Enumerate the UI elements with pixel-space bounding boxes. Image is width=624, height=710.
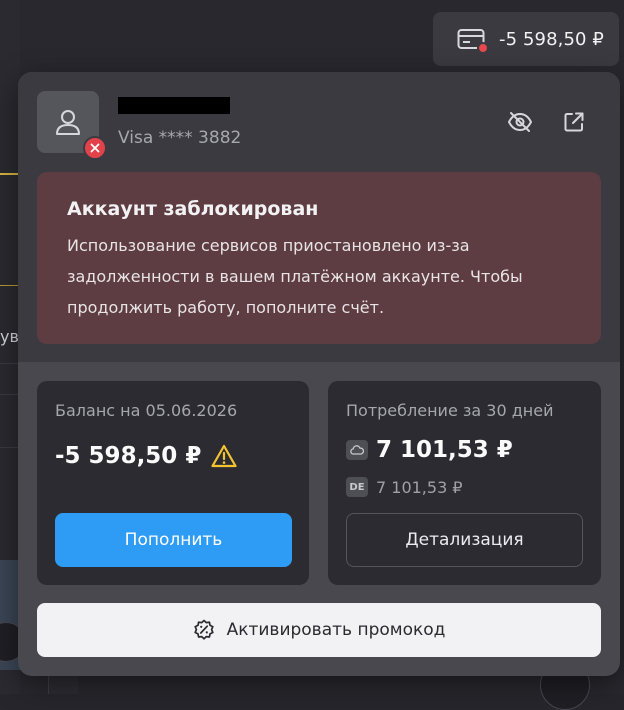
user-icon bbox=[53, 107, 83, 137]
eye-off-icon bbox=[507, 111, 533, 133]
activate-promocode-button[interactable]: Активировать промокод bbox=[37, 603, 601, 657]
account-blocked-alert: Аккаунт заблокирован Использование серви… bbox=[37, 172, 601, 344]
balance-pill-button[interactable]: -5 598,50 ₽ bbox=[433, 12, 619, 66]
card-number: Visa **** 3882 bbox=[118, 128, 241, 148]
de-region-icon: DE bbox=[346, 477, 368, 497]
topup-button[interactable]: Пополнить bbox=[55, 513, 292, 567]
balance-label: Баланс на 05.06.2026 bbox=[55, 401, 237, 420]
background-strip bbox=[48, 676, 78, 694]
balance-pill-amount: -5 598,50 ₽ bbox=[499, 29, 604, 50]
warning-icon bbox=[211, 444, 237, 468]
alert-body: Использование сервисов приостановлено из… bbox=[67, 230, 567, 323]
background-divider bbox=[0, 447, 20, 448]
consumption-label: Потребление за 30 дней bbox=[346, 401, 553, 420]
promo-discount-icon bbox=[193, 619, 215, 641]
cloud-icon bbox=[346, 440, 368, 460]
alert-title: Аккаунт заблокирован bbox=[67, 198, 571, 220]
hide-balance-button[interactable] bbox=[502, 104, 538, 140]
billing-account-popup: Visa **** 3882 Аккаунт заблокирован Испо… bbox=[18, 72, 620, 676]
background-accent-line bbox=[0, 285, 20, 286]
balance-amount: -5 598,50 ₽ bbox=[55, 443, 201, 469]
external-link-icon bbox=[563, 111, 585, 133]
promo-label: Активировать промокод bbox=[227, 620, 446, 640]
blocked-status-icon bbox=[83, 136, 107, 160]
background-accent-line bbox=[0, 173, 20, 175]
background-divider bbox=[0, 394, 20, 395]
redacted-account-name bbox=[118, 97, 230, 114]
credit-card-icon bbox=[457, 28, 485, 50]
balance-value: -5 598,50 ₽ bbox=[55, 443, 237, 469]
consumption-total: 7 101,53 ₽ bbox=[376, 437, 513, 463]
consumption-card: Потребление за 30 дней 7 101,53 ₽ DE 7 1… bbox=[328, 381, 601, 585]
details-button[interactable]: Детализация bbox=[346, 513, 583, 567]
error-dot-icon bbox=[477, 42, 489, 54]
balance-card: Баланс на 05.06.2026 -5 598,50 ₽ Пополни… bbox=[37, 381, 309, 585]
open-billing-button[interactable] bbox=[556, 104, 592, 140]
consumption-de-row: DE 7 101,53 ₽ bbox=[346, 477, 463, 497]
background-divider bbox=[0, 363, 20, 364]
consumption-total-row: 7 101,53 ₽ bbox=[346, 437, 513, 463]
background-text-fragment: ув bbox=[0, 327, 19, 346]
consumption-de-total: 7 101,53 ₽ bbox=[376, 478, 463, 497]
